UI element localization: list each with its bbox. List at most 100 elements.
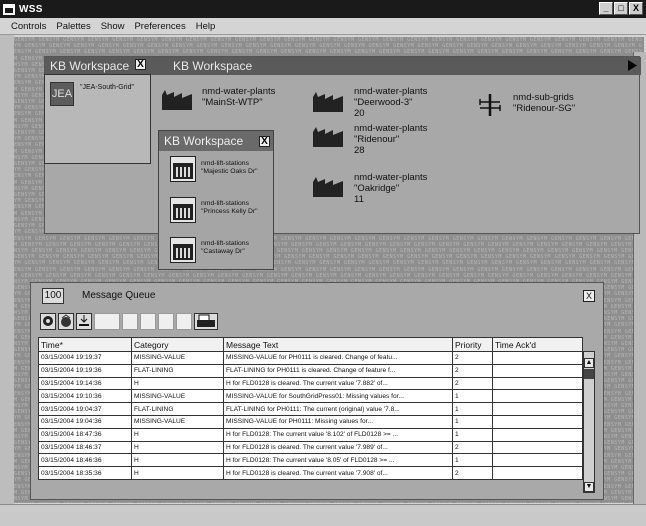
sub-grid-ridenour: nmd-sub-grids "Ridenour-SG" xyxy=(513,92,575,114)
cell-ackd xyxy=(492,440,583,455)
disabled-tool-icon xyxy=(158,313,174,330)
water-plant-icon[interactable] xyxy=(162,90,192,110)
menu-controls[interactable]: Controls xyxy=(10,20,47,33)
cell-priority: 1 xyxy=(452,389,493,404)
lift-type: nmd-lift-stations xyxy=(201,200,249,207)
cell-message: FLAT-LINING for PH0111 is cleared. Chang… xyxy=(223,363,453,378)
col-priority[interactable]: Priority xyxy=(452,337,493,352)
cell-time: 03/15/2004 18:47:36 xyxy=(38,427,132,442)
table-row[interactable]: 03/15/2004 19:19:37 MISSING-VALUE MISSIN… xyxy=(38,351,583,365)
cell-category: MISSING-VALUE xyxy=(131,389,224,404)
acknowledge-icon[interactable] xyxy=(40,313,56,330)
message-queue-close-icon[interactable]: X xyxy=(583,290,595,302)
cell-ackd xyxy=(492,376,583,391)
table-row[interactable]: 03/15/2004 19:04:36 MISSING-VALUE MISSIN… xyxy=(38,414,583,429)
scroll-thumb[interactable] xyxy=(584,369,594,379)
cell-time: 03/15/2004 19:04:36 xyxy=(38,414,132,429)
download-icon[interactable] xyxy=(76,313,92,330)
jea-logo[interactable]: JEA xyxy=(50,82,74,106)
table-row[interactable]: 03/15/2004 18:35:36 H H for FLD0128 is c… xyxy=(38,466,583,480)
filter-icon[interactable] xyxy=(58,313,74,330)
col-time-ackd[interactable]: Time Ack'd xyxy=(492,337,583,352)
lift-station-princess: nmd-lift-stations "Princess Kelly Dr" xyxy=(201,200,258,216)
cell-ackd xyxy=(492,466,583,480)
menu-show[interactable]: Show xyxy=(100,20,126,33)
cell-time: 03/15/2004 18:46:37 xyxy=(38,440,132,455)
window-title: WSS xyxy=(19,3,43,15)
menu-help[interactable]: Help xyxy=(195,20,217,33)
scroll-up-arrow-icon[interactable]: ▲ xyxy=(584,358,594,368)
water-plant-icon[interactable] xyxy=(313,92,343,112)
cell-priority: 2 xyxy=(452,440,493,455)
sub-grid-icon[interactable] xyxy=(478,94,502,116)
table-row[interactable]: 03/15/2004 19:19:36 FLAT-LINING FLAT-LIN… xyxy=(38,363,583,378)
cell-category: H xyxy=(131,376,224,391)
kb-workspace-close-icon[interactable]: X xyxy=(135,59,146,70)
kb-workspace-title-left: KB Workspace xyxy=(50,59,130,73)
lift-station-icon[interactable] xyxy=(170,237,196,263)
water-plant-oakridge: nmd-water-plants "Oakridge" 11 xyxy=(354,172,427,205)
col-message-text[interactable]: Message Text xyxy=(223,337,453,352)
subgrid-name: "Ridenour-SG" xyxy=(513,103,576,114)
table-row[interactable]: 03/15/2004 18:46:37 H H for FLD0128 is c… xyxy=(38,440,583,455)
cell-ackd xyxy=(492,351,583,365)
message-count-badge: 100 xyxy=(42,288,64,304)
message-queue-title: Message Queue xyxy=(82,290,156,301)
subgrid-type: nmd-sub-grids xyxy=(513,92,574,103)
water-plant-icon[interactable] xyxy=(313,127,343,147)
cell-message: MISSING-VALUE for PH0111 is cleared. Cha… xyxy=(223,351,453,365)
print-icon[interactable] xyxy=(194,313,218,330)
jea-label: "JEA-South-Grid" xyxy=(80,84,134,91)
lift-station-icon[interactable] xyxy=(170,156,196,182)
lift-type: nmd-lift-stations xyxy=(201,240,249,247)
lift-station-majestic: nmd-lift-stations "Majestic Oaks Dr" xyxy=(201,160,258,176)
table-row[interactable]: 03/15/2004 19:14:36 H H for FLD0128 is c… xyxy=(38,376,583,391)
plant-name: "Deerwood-3" xyxy=(354,97,413,108)
lift-type: nmd-lift-stations xyxy=(201,160,249,167)
plant-type: nmd-water-plants xyxy=(354,123,428,134)
cell-time: 03/15/2004 19:04:37 xyxy=(38,402,132,416)
message-table-scrollbar[interactable]: ▲ ▼ xyxy=(583,351,595,493)
close-button[interactable]: X xyxy=(629,2,643,15)
input-box[interactable] xyxy=(94,313,120,330)
cell-priority: 2 xyxy=(452,363,493,378)
water-plant-ridenour: nmd-water-plants "Ridenour" 28 xyxy=(354,123,427,156)
col-time[interactable]: Time* xyxy=(38,337,132,352)
minimize-button[interactable]: _ xyxy=(599,2,613,15)
cell-priority: 2 xyxy=(452,466,493,480)
cell-category: H xyxy=(131,440,224,455)
lift-workspace-close-icon[interactable]: X xyxy=(259,136,270,147)
lift-station-icon[interactable] xyxy=(170,197,196,223)
table-row[interactable]: 03/15/2004 19:04:37 FLAT-LINING FLAT-LIN… xyxy=(38,402,583,416)
maximize-button[interactable]: □ xyxy=(614,2,628,15)
cell-message: H for FLD0128: The current value '8.05' … xyxy=(223,453,453,468)
cell-ackd xyxy=(492,363,583,378)
cell-priority: 2 xyxy=(452,351,493,365)
table-row[interactable]: 03/15/2004 19:10:36 MISSING-VALUE MISSIN… xyxy=(38,389,583,404)
cell-ackd xyxy=(492,389,583,404)
table-row[interactable]: 03/15/2004 18:47:36 H H for FLD0128: The… xyxy=(38,427,583,442)
scroll-right-arrow-icon[interactable] xyxy=(628,60,637,71)
scroll-down-arrow-icon[interactable]: ▼ xyxy=(584,482,594,492)
cell-priority: 1 xyxy=(452,427,493,442)
menu-preferences[interactable]: Preferences xyxy=(133,20,186,33)
cell-message: H for FLD0128: The current value '8.102'… xyxy=(223,427,453,442)
cell-priority: 1 xyxy=(452,402,493,416)
plant-name: "Oakridge" xyxy=(354,183,400,194)
col-category[interactable]: Category xyxy=(131,337,224,352)
cell-message: H for FLD0128 is cleared. The current va… xyxy=(223,466,453,480)
menu-palettes[interactable]: Palettes xyxy=(55,20,91,33)
cell-message: FLAT-LINING for PH0111: The current (ori… xyxy=(223,402,453,416)
cell-message: H for FLD0128 is cleared. The current va… xyxy=(223,376,453,391)
lift-name: "Princess Kelly Dr" xyxy=(201,208,258,215)
cell-priority: 2 xyxy=(452,376,493,391)
cell-category: MISSING-VALUE xyxy=(131,414,224,429)
cell-time: 03/15/2004 19:19:36 xyxy=(38,363,132,378)
table-row[interactable]: 03/15/2004 18:46:36 H H for FLD0128: The… xyxy=(38,453,583,468)
lift-name: "Majestic Oaks Dr" xyxy=(201,168,258,175)
cell-ackd xyxy=(492,402,583,416)
water-plant-icon[interactable] xyxy=(313,177,343,197)
cell-time: 03/15/2004 19:19:37 xyxy=(38,351,132,365)
plant-name: "Ridenour" xyxy=(354,134,400,145)
lift-workspace-header: KB Workspace xyxy=(159,131,273,151)
